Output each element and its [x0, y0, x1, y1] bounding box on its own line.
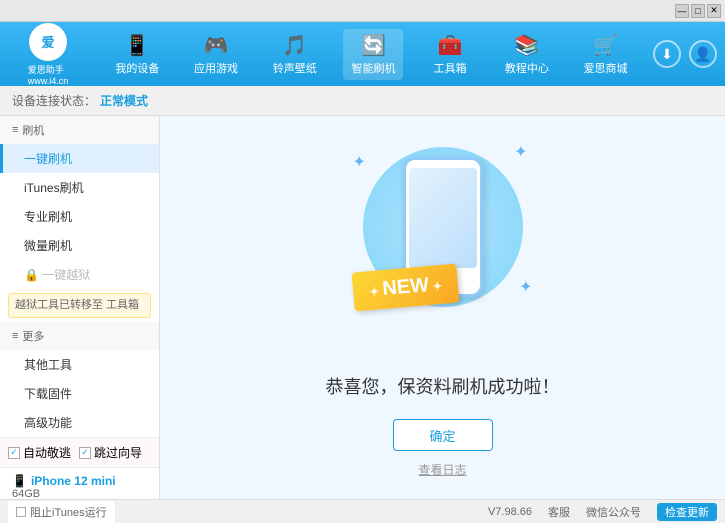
apps-games-icon: 🎮: [204, 33, 229, 58]
version-label: V7.98.66: [488, 506, 532, 518]
nav-items: 📱 我的设备 🎮 应用游戏 🎵 铃声壁纸 🔄 智能刷机 🧰 工具箱 📚 教程中心…: [98, 29, 645, 80]
sidebar-item-download-firmware[interactable]: 下载固件: [0, 379, 159, 408]
ringtones-icon: 🎵: [282, 33, 307, 58]
sidebar-item-advanced[interactable]: 高级功能: [0, 408, 159, 437]
itunes-warning-checkbox[interactable]: [16, 507, 26, 517]
nav-right-controls: ⬇ 👤: [653, 40, 717, 68]
jailbreak-notice: 越狱工具已转移至 工具箱: [8, 293, 151, 318]
sidebar-flash-section: ≡ 刷机: [0, 116, 159, 144]
my-device-icon: 📱: [125, 33, 150, 58]
sparkle-icon-3: ✦: [519, 277, 532, 297]
skip-wizard-checkbox-box[interactable]: ✓: [79, 447, 91, 459]
nav-ringtones[interactable]: 🎵 铃声壁纸: [265, 29, 325, 80]
confirm-button[interactable]: 确定: [393, 419, 493, 451]
nav-tutorial[interactable]: 📚 教程中心: [497, 29, 557, 80]
sidebar: ≡ 刷机 一键刷机 iTunes刷机 专业刷机 微量刷机 🔒 一键越狱 越狱工具…: [0, 116, 160, 499]
minimize-button[interactable]: —: [675, 4, 689, 18]
download-button[interactable]: ⬇: [653, 40, 681, 68]
content-area: ✦ ✦ ✦ NEW 恭喜您，保资料刷机成功啦！ 确定 查看日志: [160, 116, 725, 499]
nav-apps-games[interactable]: 🎮 应用游戏: [186, 29, 246, 80]
nav-store[interactable]: 🛒 爱思商城: [576, 29, 636, 80]
update-button[interactable]: 检查更新: [657, 503, 717, 521]
device-icon: 📱: [12, 474, 27, 488]
itunes-warning[interactable]: 阻止iTunes运行: [8, 500, 115, 523]
phone-screen: [409, 168, 477, 268]
title-bar: — □ ✕: [0, 0, 725, 22]
maximize-button[interactable]: □: [691, 4, 705, 18]
sparkle-icon-1: ✦: [353, 152, 366, 172]
sidebar-item-one-key-jailbreak-disabled: 🔒 一键越狱: [0, 260, 159, 289]
nav-smart-flash[interactable]: 🔄 智能刷机: [343, 29, 403, 80]
sidebar-item-pro-flash[interactable]: 专业刷机: [0, 202, 159, 231]
flash-section-icon: ≡: [12, 124, 18, 136]
app-logo: 爱 爱思助手 www.i4.cn: [8, 23, 88, 86]
store-icon: 🛒: [593, 33, 618, 58]
logo-text: 爱思助手 www.i4.cn: [28, 63, 69, 86]
toolbox-icon: 🧰: [438, 33, 463, 58]
main-area: ≡ 刷机 一键刷机 iTunes刷机 专业刷机 微量刷机 🔒 一键越狱 越狱工具…: [0, 116, 725, 499]
sparkle-icon-2: ✦: [514, 142, 527, 162]
window-controls[interactable]: — □ ✕: [675, 4, 721, 18]
nav-my-device[interactable]: 📱 我的设备: [107, 29, 167, 80]
auto-skip-checkbox-box[interactable]: ✓: [8, 447, 20, 459]
sidebar-item-itunes-flash[interactable]: iTunes刷机: [0, 173, 159, 202]
sidebar-item-one-key-flash[interactable]: 一键刷机: [0, 144, 159, 173]
sidebar-more-section: ≡ 更多: [0, 322, 159, 350]
skip-wizard-checkbox[interactable]: ✓ 跳过向导: [79, 444, 142, 461]
wechat-link[interactable]: 微信公众号: [586, 504, 641, 520]
status-bar: 设备连接状态： 正常模式: [0, 86, 725, 116]
close-button[interactable]: ✕: [707, 4, 721, 18]
success-message: 恭喜您，保资料刷机成功啦！: [326, 373, 560, 399]
sidebar-item-other-tools[interactable]: 其他工具: [0, 350, 159, 379]
user-button[interactable]: 👤: [689, 40, 717, 68]
logo-icon: 爱: [29, 23, 67, 61]
more-section-icon: ≡: [12, 330, 18, 342]
support-link[interactable]: 客服: [548, 504, 570, 520]
sidebar-item-save-flash[interactable]: 微量刷机: [0, 231, 159, 260]
phone-illustration: ✦ ✦ ✦ NEW: [343, 137, 543, 357]
tutorial-icon: 📚: [514, 33, 539, 58]
auto-skip-checkbox[interactable]: ✓ 自动敬逃: [8, 444, 71, 461]
nav-toolbox[interactable]: 🧰 工具箱: [422, 29, 478, 80]
bottom-right: V7.98.66 客服 微信公众号 检查更新: [488, 503, 717, 521]
device-info: 📱 iPhone 12 mini 64GB Down-12mini-13,1: [0, 467, 159, 499]
smart-flash-icon: 🔄: [361, 33, 386, 58]
top-nav: 爱 爱思助手 www.i4.cn 📱 我的设备 🎮 应用游戏 🎵 铃声壁纸 🔄 …: [0, 22, 725, 86]
bottom-bar: 阻止iTunes运行 V7.98.66 客服 微信公众号 检查更新: [0, 499, 725, 523]
go-home-link[interactable]: 查看日志: [418, 461, 466, 478]
